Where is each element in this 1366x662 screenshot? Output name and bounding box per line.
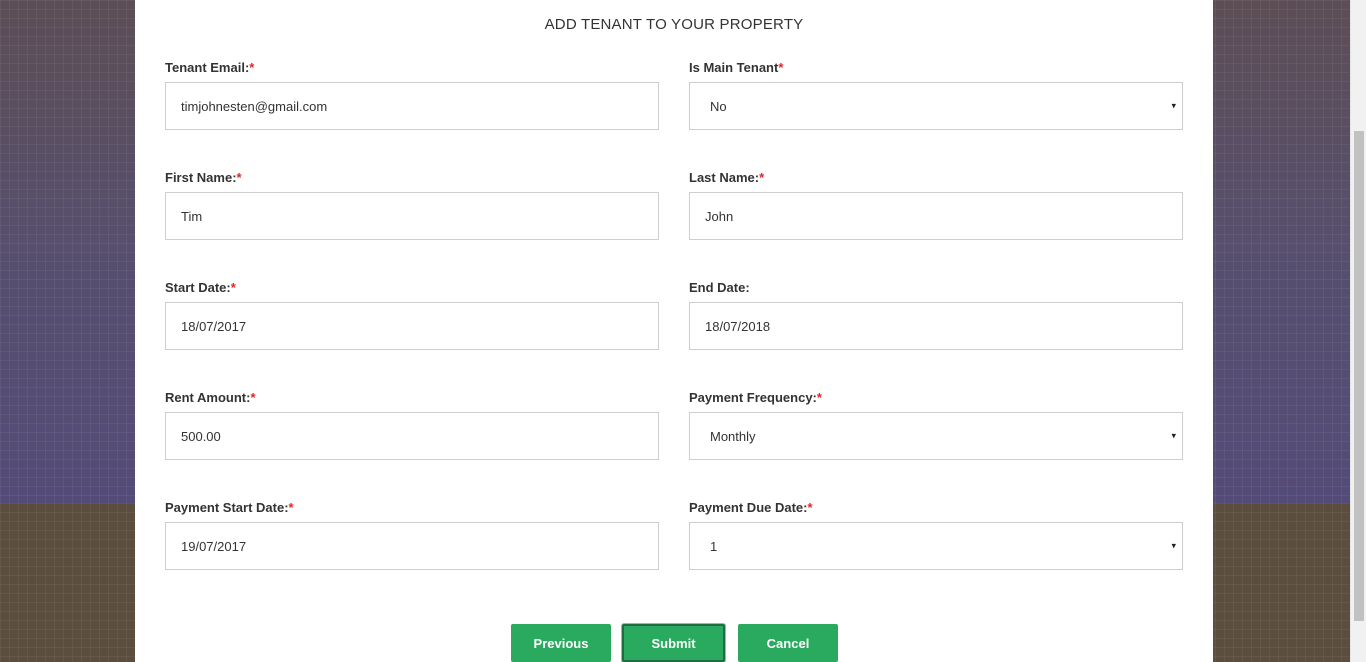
required-mark: * bbox=[807, 500, 813, 515]
rent-amount-value: 500.00 bbox=[181, 428, 221, 444]
required-mark: * bbox=[816, 390, 822, 405]
payment-due-date-select[interactable]: 1 ▾ bbox=[689, 522, 1183, 570]
payment-frequency-value: Monthly bbox=[710, 428, 756, 444]
required-mark: * bbox=[759, 170, 765, 185]
first-name-label: First Name:* bbox=[165, 170, 242, 185]
tenant-email-value: timjohnesten@gmail.com bbox=[181, 98, 328, 114]
required-mark: * bbox=[249, 60, 255, 75]
payment-start-date-value: 19/07/2017 bbox=[181, 538, 247, 554]
rent-amount-label: Rent Amount:* bbox=[165, 390, 256, 405]
end-date-group: End Date: 18/07/2018 bbox=[689, 279, 1183, 350]
form-title: ADD TENANT TO YOUR PROPERTY bbox=[544, 16, 804, 33]
end-date-label: End Date: bbox=[689, 280, 750, 295]
payment-frequency-label: Payment Frequency:* bbox=[689, 390, 822, 405]
rent-amount-input[interactable]: 500.00 bbox=[165, 412, 659, 460]
required-mark: * bbox=[230, 280, 236, 295]
last-name-input[interactable]: John bbox=[689, 192, 1183, 240]
form-card: ADD TENANT TO YOUR PROPERTY Tenant Email… bbox=[135, 0, 1213, 662]
payment-due-date-label: Payment Due Date:* bbox=[689, 500, 813, 515]
end-date-input[interactable]: 18/07/2018 bbox=[689, 302, 1183, 350]
tenant-email-group: Tenant Email:* timjohnesten@gmail.com bbox=[165, 59, 659, 130]
first-name-input[interactable]: Tim bbox=[165, 192, 659, 240]
chevron-down-icon: ▾ bbox=[1171, 540, 1176, 551]
tenant-email-label: Tenant Email:* bbox=[165, 60, 255, 75]
submit-button[interactable]: Submit bbox=[622, 624, 725, 662]
is-main-tenant-value: No bbox=[710, 98, 727, 114]
page-scrollbar[interactable] bbox=[1350, 0, 1366, 662]
cancel-button[interactable]: Cancel bbox=[738, 624, 838, 662]
is-main-tenant-group: Is Main Tenant* No ▾ bbox=[689, 59, 1183, 130]
previous-button[interactable]: Previous bbox=[511, 624, 611, 662]
last-name-group: Last Name:* John bbox=[689, 169, 1183, 240]
last-name-label: Last Name:* bbox=[689, 170, 765, 185]
start-date-value: 18/07/2017 bbox=[181, 318, 247, 334]
chevron-down-icon: ▾ bbox=[1171, 430, 1176, 441]
tenant-email-input[interactable]: timjohnesten@gmail.com bbox=[165, 82, 659, 130]
required-mark: * bbox=[250, 390, 256, 405]
start-date-group: Start Date:* 18/07/2017 bbox=[165, 279, 659, 350]
first-name-group: First Name:* Tim bbox=[165, 169, 659, 240]
required-mark: * bbox=[288, 500, 294, 515]
payment-start-date-group: Payment Start Date:* 19/07/2017 bbox=[165, 499, 659, 570]
rent-amount-group: Rent Amount:* 500.00 bbox=[165, 389, 659, 460]
payment-frequency-select[interactable]: Monthly ▾ bbox=[689, 412, 1183, 460]
start-date-label: Start Date:* bbox=[165, 280, 236, 295]
last-name-value: John bbox=[705, 208, 734, 224]
scrollbar-thumb[interactable] bbox=[1354, 131, 1364, 621]
payment-due-date-group: Payment Due Date:* 1 ▾ bbox=[689, 499, 1183, 570]
payment-start-date-label: Payment Start Date:* bbox=[165, 500, 294, 515]
is-main-tenant-label: Is Main Tenant* bbox=[689, 60, 784, 75]
chevron-down-icon: ▾ bbox=[1171, 100, 1176, 111]
end-date-value: 18/07/2018 bbox=[705, 318, 771, 334]
first-name-value: Tim bbox=[181, 208, 203, 224]
payment-start-date-input[interactable]: 19/07/2017 bbox=[165, 522, 659, 570]
is-main-tenant-select[interactable]: No ▾ bbox=[689, 82, 1183, 130]
payment-due-date-value: 1 bbox=[710, 538, 718, 554]
payment-frequency-group: Payment Frequency:* Monthly ▾ bbox=[689, 389, 1183, 460]
start-date-input[interactable]: 18/07/2017 bbox=[165, 302, 659, 350]
required-mark: * bbox=[778, 60, 784, 75]
required-mark: * bbox=[236, 170, 242, 185]
